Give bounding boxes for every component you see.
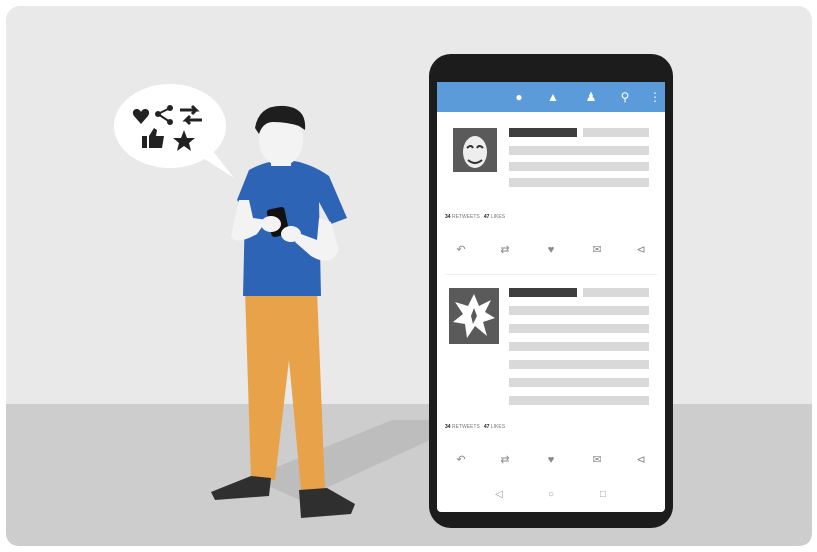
post-text-line <box>509 146 649 155</box>
retweet-icon[interactable]: ⇄ <box>495 242 515 258</box>
android-nav-bar: ◁ ○ □ <box>437 482 665 510</box>
bell-icon[interactable]: ● <box>511 89 527 105</box>
heart-icon[interactable]: ♥ <box>541 242 561 258</box>
post-stats: 34 RETWEETS 47 LIKES <box>445 424 505 430</box>
heart-icon[interactable]: ♥ <box>541 452 561 468</box>
likes-label: LIKES <box>490 214 506 220</box>
recents-icon[interactable]: □ <box>595 487 611 503</box>
add-user-icon[interactable]: ♟ <box>583 89 599 105</box>
post-handle-line <box>583 128 649 137</box>
person-with-phone <box>211 105 355 518</box>
home-icon[interactable]: ○ <box>543 487 559 503</box>
search-icon[interactable]: ⚲ <box>617 89 633 105</box>
post-handle-line <box>583 288 649 297</box>
anonymous-mask-icon <box>453 128 497 172</box>
back-icon[interactable]: ◁ <box>491 487 507 503</box>
left-shoe <box>211 476 271 500</box>
message-icon[interactable]: ✉ <box>587 452 607 468</box>
post-author-line <box>509 128 577 137</box>
post-divider <box>445 274 657 275</box>
right-shoe <box>299 488 355 518</box>
post-actions: ↶ ⇄ ♥ ✉ ⊲ <box>437 452 665 468</box>
likes-count: 47 <box>483 424 490 430</box>
likes-count: 47 <box>483 214 490 220</box>
phone-screen: ● ▲ ♟ ⚲ ⋮ 34 RETWEETS 47 LIKES ↶ ⇄ ♥ ✉ ⊲… <box>437 82 665 512</box>
app-bar: ● ▲ ♟ ⚲ ⋮ <box>437 82 665 112</box>
post-text-line <box>509 324 649 333</box>
post-text-line <box>509 360 649 369</box>
more-icon[interactable]: ⋮ <box>647 89 663 105</box>
explosion-icon <box>449 288 499 344</box>
message-icon[interactable]: ✉ <box>587 242 607 258</box>
likes-label: LIKES <box>490 424 506 430</box>
retweet-icon[interactable]: ⇄ <box>495 452 515 468</box>
post-stats: 34 RETWEETS 47 LIKES <box>445 214 505 220</box>
retweets-label: RETWEETS <box>451 424 480 430</box>
illustration: ● ▲ ♟ ⚲ ⋮ 34 RETWEETS 47 LIKES ↶ ⇄ ♥ ✉ ⊲… <box>0 0 817 552</box>
retweets-count: 34 <box>445 424 451 430</box>
post-author-line <box>509 288 577 297</box>
post-text-line <box>509 306 649 315</box>
post-actions: ↶ ⇄ ♥ ✉ ⊲ <box>437 242 665 258</box>
share-icon[interactable]: ⊲ <box>631 242 651 258</box>
post-text-line <box>509 178 649 187</box>
retweets-count: 34 <box>445 214 451 220</box>
reply-icon[interactable]: ↶ <box>451 452 471 468</box>
post-text-line <box>509 396 649 405</box>
post-text-line <box>509 378 649 387</box>
share-icon[interactable]: ⊲ <box>631 452 651 468</box>
car-icon[interactable]: ▲ <box>545 89 561 105</box>
retweets-label: RETWEETS <box>451 214 480 220</box>
post-text-line <box>509 342 649 351</box>
post-text-line <box>509 162 649 171</box>
reply-icon[interactable]: ↶ <box>451 242 471 258</box>
